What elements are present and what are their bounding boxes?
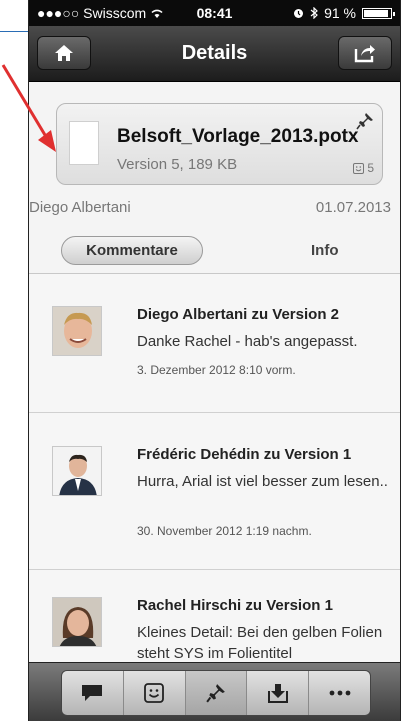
file-name: Belsoft_Vorlage_2013.potx xyxy=(117,126,359,147)
toolbar-button-group xyxy=(61,670,371,716)
battery-icon xyxy=(362,7,395,19)
comment-count: 5 xyxy=(367,161,374,175)
more-button[interactable] xyxy=(309,671,370,715)
annotation-arrow xyxy=(1,64,56,152)
page-title: Details xyxy=(181,42,248,64)
comment-button[interactable] xyxy=(62,671,124,715)
pin-icon[interactable] xyxy=(356,112,374,130)
download-button[interactable] xyxy=(247,671,310,715)
tab-info[interactable]: Info xyxy=(311,236,339,265)
comment-text: Kleines Detail: Bei den gelben Folien st… xyxy=(137,624,383,662)
segmented-tabs: Kommentare Info xyxy=(29,236,400,272)
comment-timestamp: 3. Dezember 2012 8:10 vorm. xyxy=(137,363,296,377)
tab-comments[interactable]: Kommentare xyxy=(61,236,203,265)
download-icon xyxy=(267,684,288,703)
bluetooth-icon xyxy=(310,7,318,19)
file-date: 01.07.2013 xyxy=(315,199,391,216)
comment-list: Diego Albertani zu Version 2 Danke Rache… xyxy=(29,274,400,709)
wifi-icon xyxy=(151,9,163,18)
list-item[interactable]: Frédéric Dehédin zu Version 1 Hurra, Ari… xyxy=(29,413,400,570)
avatar-photo xyxy=(53,307,101,355)
smiley-button[interactable] xyxy=(123,671,186,715)
comment-count-badge: 5 xyxy=(353,161,374,175)
avatar-photo xyxy=(53,447,101,495)
list-item[interactable]: Diego Albertani zu Version 2 Danke Rache… xyxy=(29,274,400,413)
share-button[interactable] xyxy=(338,36,392,70)
avatar xyxy=(52,446,102,496)
file-card[interactable]: Belsoft_Vorlage_2013.potx Version 5, 189… xyxy=(56,103,383,185)
smiley-icon xyxy=(144,683,165,703)
comment-title: Diego Albertani zu Version 2 xyxy=(137,306,339,323)
comment-icon xyxy=(82,685,103,701)
file-version-size: Version 5, 189 KB xyxy=(117,156,238,173)
more-icon xyxy=(329,690,350,696)
comment-title: Rachel Hirschi zu Version 1 xyxy=(137,597,333,614)
carrier-label: ●●●○○ Swisscom xyxy=(37,5,147,21)
share-icon xyxy=(354,45,375,63)
battery-fill xyxy=(364,9,388,17)
comment-text: Hurra, Arial ist viel besser zum lesen.. xyxy=(137,473,388,490)
carrier: ●●●○○ Swisscom xyxy=(37,5,164,21)
comment-text: Danke Rachel - hab's angepasst. xyxy=(137,333,358,350)
avatar xyxy=(52,306,102,356)
bottom-toolbar xyxy=(29,662,400,721)
status-right: 91 % xyxy=(293,5,395,21)
avatar-photo xyxy=(53,598,101,646)
smiley-icon xyxy=(353,162,365,174)
home-icon xyxy=(55,45,73,61)
annotation-line-left xyxy=(0,31,28,32)
navigation-bar: Details xyxy=(29,26,400,82)
avatar xyxy=(52,597,102,647)
pin-button[interactable] xyxy=(185,671,248,715)
comment-timestamp: 30. November 2012 1:19 nachm. xyxy=(137,524,312,538)
battery-percent: 91 % xyxy=(324,5,356,21)
phone-screen: ●●●○○ Swisscom 08:41 91 % Details Belsof… xyxy=(28,0,401,721)
alarm-icon xyxy=(294,8,304,18)
status-bar: ●●●○○ Swisscom 08:41 91 % xyxy=(29,0,400,26)
pin-icon xyxy=(206,684,225,703)
file-owner: Diego Albertani xyxy=(29,199,131,216)
comment-title: Frédéric Dehédin zu Version 1 xyxy=(137,446,352,463)
